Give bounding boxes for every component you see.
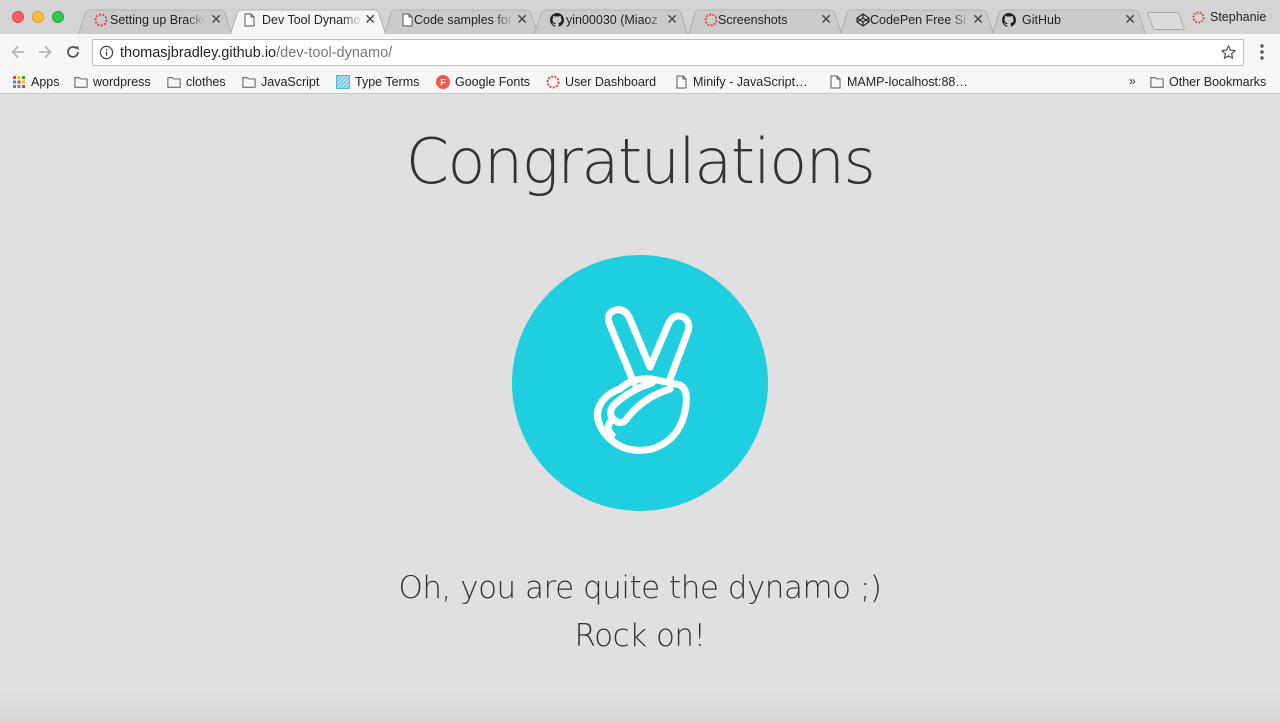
tab-title: CodePen Free Si [870,13,966,27]
bookmark-minify[interactable]: Minify - JavaScript… [674,73,808,91]
forward-arrow-icon[interactable] [35,42,55,62]
bookmark-label: wordpress [93,75,151,89]
tab-strip: Setting up Brackets ✕ Code samples for ✕… [0,0,1280,34]
page-icon [244,13,255,27]
bookmark-mamp[interactable]: MAMP-localhost:88… [828,73,968,91]
profile-name: Stephanie [1210,10,1267,24]
menu-dots-icon[interactable] [1254,42,1270,62]
url-text[interactable]: thomasjbradley.github.io/dev-tool-dynamo… [120,45,392,61]
tab-yin00030[interactable]: yin00030 (Miaoz ✕ [534,6,688,34]
bookmark-label: JavaScript [261,75,320,89]
tab-close-button[interactable]: ✕ [516,12,528,26]
bookmark-folder-wordpress[interactable]: wordpress [74,73,151,91]
tab-title: GitHub [1022,13,1061,27]
bookmark-google-fonts[interactable]: F Google Fonts [436,73,530,91]
bookmarks-bar: Apps wordpress clothes JavaScript Type T… [0,70,1280,94]
browser-toolbar: thomasjbradley.github.io/dev-tool-dynamo… [0,34,1280,70]
peace-hand-icon [594,306,693,454]
tab-setting-up-brackets[interactable]: Setting up Brackets ✕ [78,6,232,34]
tab-title: Code samples for [414,13,512,27]
github-icon [550,13,564,27]
tab-close-button[interactable]: ✕ [820,12,832,26]
page-icon [830,75,841,89]
codepen-icon [856,13,870,27]
bookmark-type-terms[interactable]: Type Terms [336,73,419,91]
info-icon[interactable] [99,45,114,60]
url-path: /dev-tool-dynamo/ [276,45,393,61]
tab-title: Setting up Brackets [110,13,205,27]
bookmark-label: Other Bookmarks [1169,75,1267,89]
message-line-2: Rock on! [574,618,706,654]
bookmark-apps[interactable]: Apps [12,73,60,91]
brackets-icon [546,75,560,89]
message-line-1: Oh, you are quite the dynamo ;) [398,570,882,606]
typeterms-icon [336,75,350,89]
tab-codepen[interactable]: CodePen Free Si ✕ [840,6,994,34]
page-content: Congratulations Oh, you are quite the dy… [0,95,1280,721]
bookmark-label: Apps [31,75,60,89]
profile-button[interactable]: Stephanie [1192,10,1266,24]
window-maximize-button[interactable] [52,11,64,23]
page-icon [402,13,413,27]
bookmarks-overflow-button[interactable]: » [1129,74,1136,88]
folder-icon [242,77,256,88]
bookmark-label: Type Terms [355,75,420,89]
tab-dev-tool-dynamo[interactable]: Dev Tool Dynamo ✕ [230,6,386,34]
back-arrow-icon[interactable] [8,42,28,62]
bookmark-user-dashboard[interactable]: User Dashboard [546,73,656,91]
tab-close-button[interactable]: ✕ [972,12,984,26]
bottom-shade [0,691,1280,721]
url-host: thomasjbradley.github.io [120,45,277,61]
tab-close-button[interactable]: ✕ [1124,12,1136,26]
bookmark-other-bookmarks[interactable]: Other Bookmarks [1150,73,1266,91]
bookmark-label: MAMP-localhost:88… [847,75,968,89]
github-icon [1002,13,1016,27]
apps-grid-icon [13,76,25,88]
bookmark-folder-clothes[interactable]: clothes [167,73,226,91]
brackets-icon [704,13,718,27]
tab-title: yin00030 (Miaoz [566,13,658,27]
tab-title: Dev Tool Dynamo [262,13,361,27]
bookmark-label: User Dashboard [565,75,657,89]
tab-screenshots[interactable]: Screenshots ✕ [688,6,842,34]
bookmark-label: Minify - JavaScript… [693,75,808,89]
folder-icon [74,77,88,88]
tab-code-samples[interactable]: Code samples for ✕ [384,6,538,34]
svg-text:F: F [440,78,446,88]
brackets-icon [94,13,108,27]
tab-close-button[interactable]: ✕ [666,12,678,26]
brackets-icon [1192,10,1205,24]
page-heading: Congratulations [405,125,876,198]
window-close-button[interactable] [12,11,24,23]
tab-close-button[interactable]: ✕ [210,12,222,26]
folder-icon [167,77,181,88]
bookmark-label: Google Fonts [455,75,531,89]
bookmark-star-icon[interactable] [1220,44,1237,61]
tab-close-button[interactable]: ✕ [364,12,376,26]
bookmark-label: clothes [186,75,226,89]
google-fonts-icon: F [436,75,450,89]
window-minimize-button[interactable] [32,11,44,23]
reload-icon[interactable] [63,42,83,62]
tab-github[interactable]: GitHub ✕ [992,6,1146,34]
tab-title: Screenshots [718,13,788,27]
new-tab-button[interactable] [1146,12,1186,30]
address-bar[interactable]: thomasjbradley.github.io/dev-tool-dynamo… [92,39,1244,66]
page-icon [676,75,687,89]
peace-badge [512,255,768,511]
folder-icon [1150,77,1164,88]
bookmark-folder-javascript[interactable]: JavaScript [242,73,319,91]
